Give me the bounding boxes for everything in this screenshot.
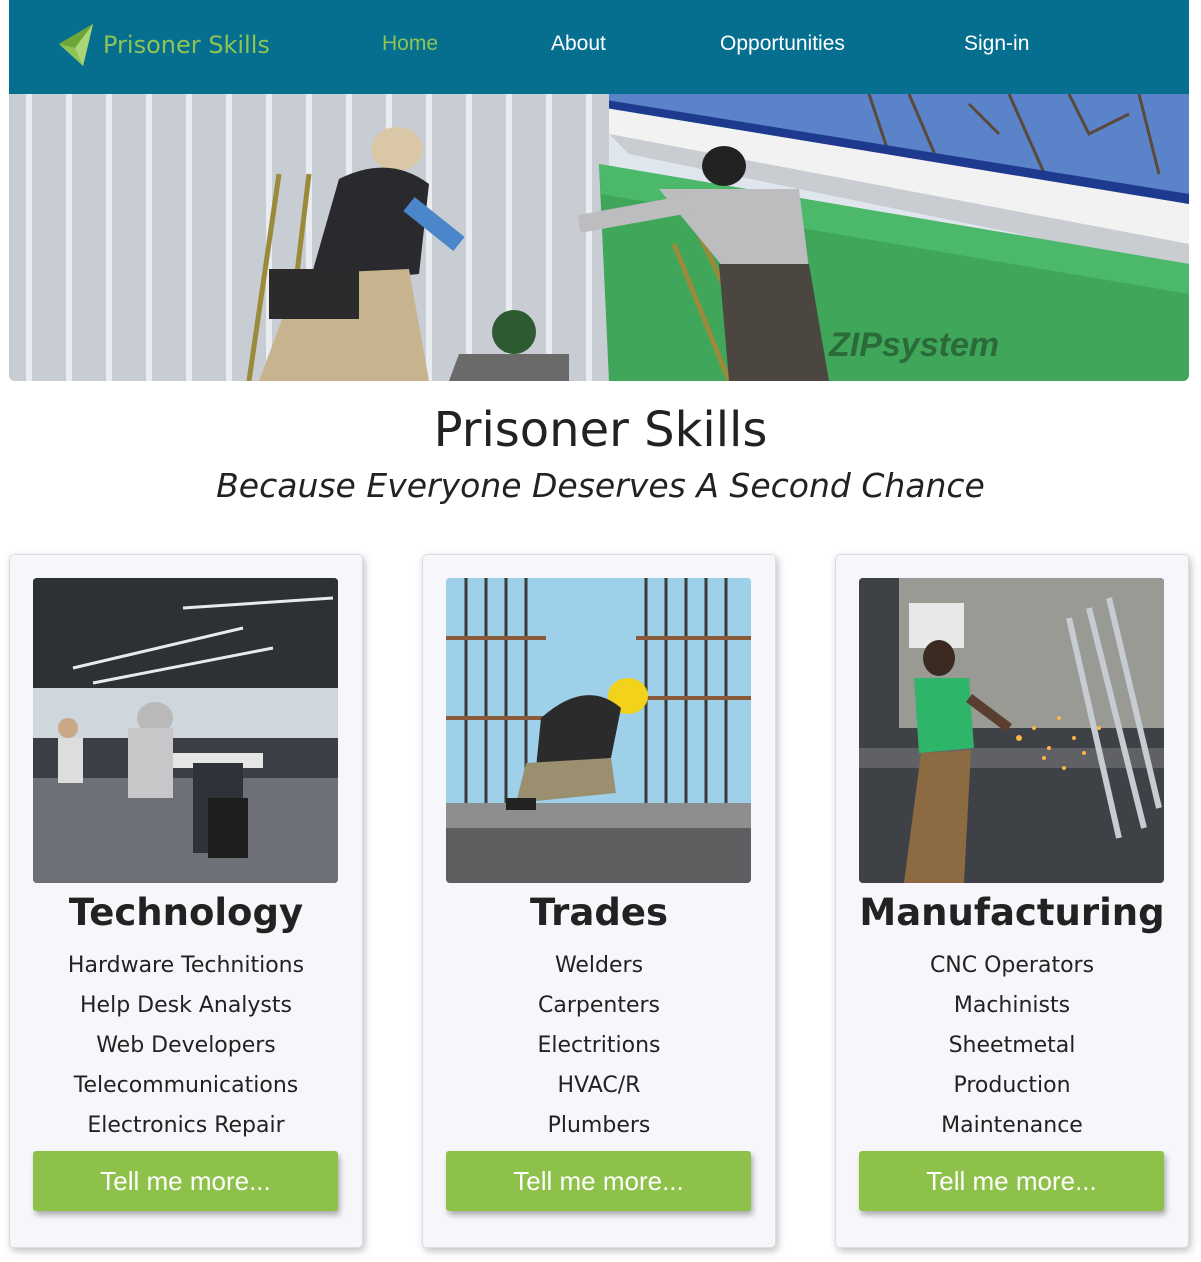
card-manufacturing-title: Manufacturing [859, 891, 1165, 934]
card-technology-list: Hardware Technitions Help Desk Analysts … [10, 951, 362, 1151]
list-item: Telecommunications [73, 1073, 299, 1098]
list-item: Hardware Technitions [67, 953, 305, 978]
list-item: Electronics Repair [87, 1113, 285, 1138]
brand-name: Prisoner Skills [103, 31, 270, 59]
list-item: Sheetmetal [948, 1033, 1076, 1058]
nav-opportunities[interactable]: Opportunities [720, 32, 845, 56]
card-trades-image [446, 578, 751, 883]
nav-about[interactable]: About [551, 32, 606, 56]
card-technology-title: Technology [68, 891, 304, 934]
card-technology: Technology Hardware Technitions Help Des… [9, 554, 363, 1248]
page-subtitle: Because Everyone Deserves A Second Chanc… [216, 466, 985, 505]
page-title: Prisoner Skills [433, 402, 768, 458]
paper-plane-logo-icon [59, 24, 93, 66]
list-item: Machinists [953, 993, 1071, 1018]
list-item: Welders [554, 953, 644, 978]
hero-image: ZIPsystem [9, 94, 1189, 381]
list-item: HVAC/R [557, 1073, 641, 1098]
list-item: Plumbers [547, 1113, 651, 1138]
nav-sign-in[interactable]: Sign-in [964, 32, 1029, 56]
list-item: Maintenance [941, 1113, 1083, 1138]
top-nav: Prisoner Skills Home About Opportunities… [9, 0, 1189, 94]
card-manufacturing-image [859, 578, 1164, 883]
tell-me-more-button-technology[interactable]: Tell me more... [33, 1151, 338, 1211]
list-item: Help Desk Analysts [80, 993, 292, 1018]
list-item: CNC Operators [929, 953, 1095, 978]
tell-me-more-button-manufacturing[interactable]: Tell me more... [859, 1151, 1164, 1211]
card-technology-image [33, 578, 338, 883]
brand-logo-link[interactable]: Prisoner Skills [57, 22, 270, 68]
card-trades-title: Trades [530, 891, 668, 934]
svg-text:ZIPsystem: ZIPsystem [828, 326, 999, 364]
card-trades: Trades Welders Carpenters Electritions H… [422, 554, 776, 1248]
card-manufacturing-list: CNC Operators Machinists Sheetmetal Prod… [836, 951, 1188, 1151]
tell-me-more-button-trades[interactable]: Tell me more... [446, 1151, 751, 1211]
card-manufacturing: Manufacturing CNC Operators Machinists S… [835, 554, 1189, 1248]
card-trades-list: Welders Carpenters Electritions HVAC/R P… [423, 951, 775, 1151]
list-item: Electritions [537, 1033, 661, 1058]
list-item: Web Developers [96, 1033, 276, 1058]
list-item: Carpenters [538, 993, 660, 1018]
nav-home[interactable]: Home [382, 32, 438, 56]
list-item: Production [953, 1073, 1071, 1098]
